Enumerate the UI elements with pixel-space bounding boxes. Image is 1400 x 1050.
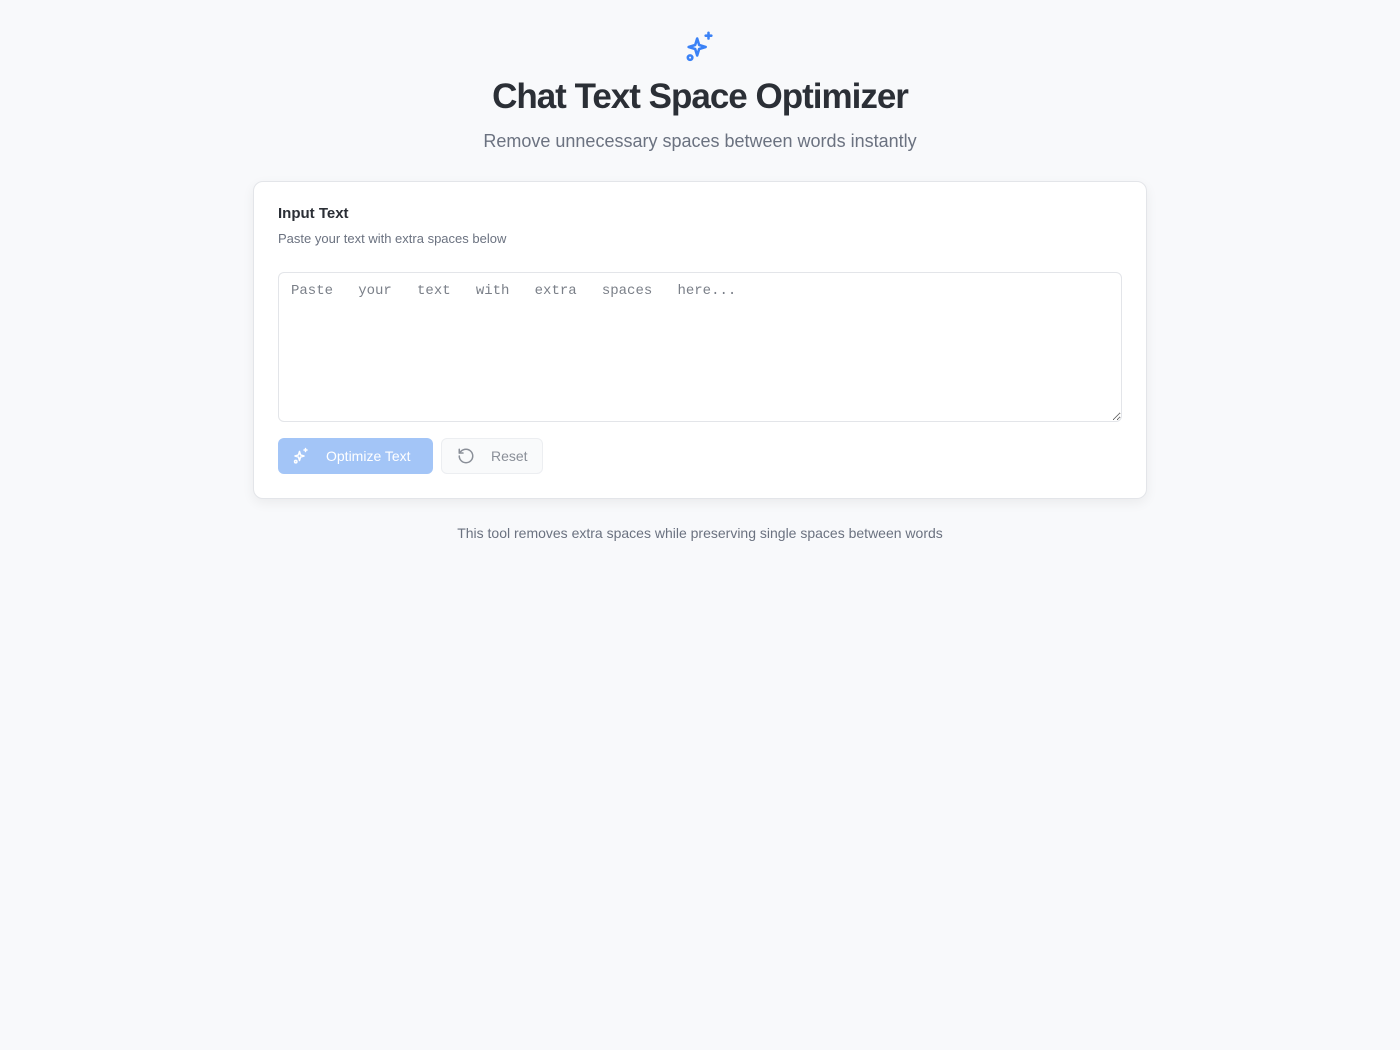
optimize-text-button[interactable]: Optimize Text [278, 438, 433, 474]
sparkles-icon [683, 30, 717, 64]
optimize-text-label: Optimize Text [326, 448, 411, 464]
footer-note: This tool removes extra spaces while pre… [457, 525, 943, 541]
reset-label: Reset [491, 448, 528, 464]
header: Chat Text Space Optimizer Remove unneces… [0, 30, 1400, 153]
reset-button[interactable]: Reset [441, 438, 543, 474]
rotate-ccw-icon [457, 447, 475, 465]
sparkles-icon [292, 447, 310, 465]
card-title: Input Text [278, 205, 349, 222]
input-card: Input Text Paste your text with extra sp… [253, 181, 1147, 499]
page-subtitle: Remove unnecessary spaces between words … [483, 131, 917, 151]
card-description: Paste your text with extra spaces below [278, 231, 507, 246]
text-input[interactable] [278, 272, 1122, 422]
page-title: Chat Text Space Optimizer [492, 77, 909, 116]
